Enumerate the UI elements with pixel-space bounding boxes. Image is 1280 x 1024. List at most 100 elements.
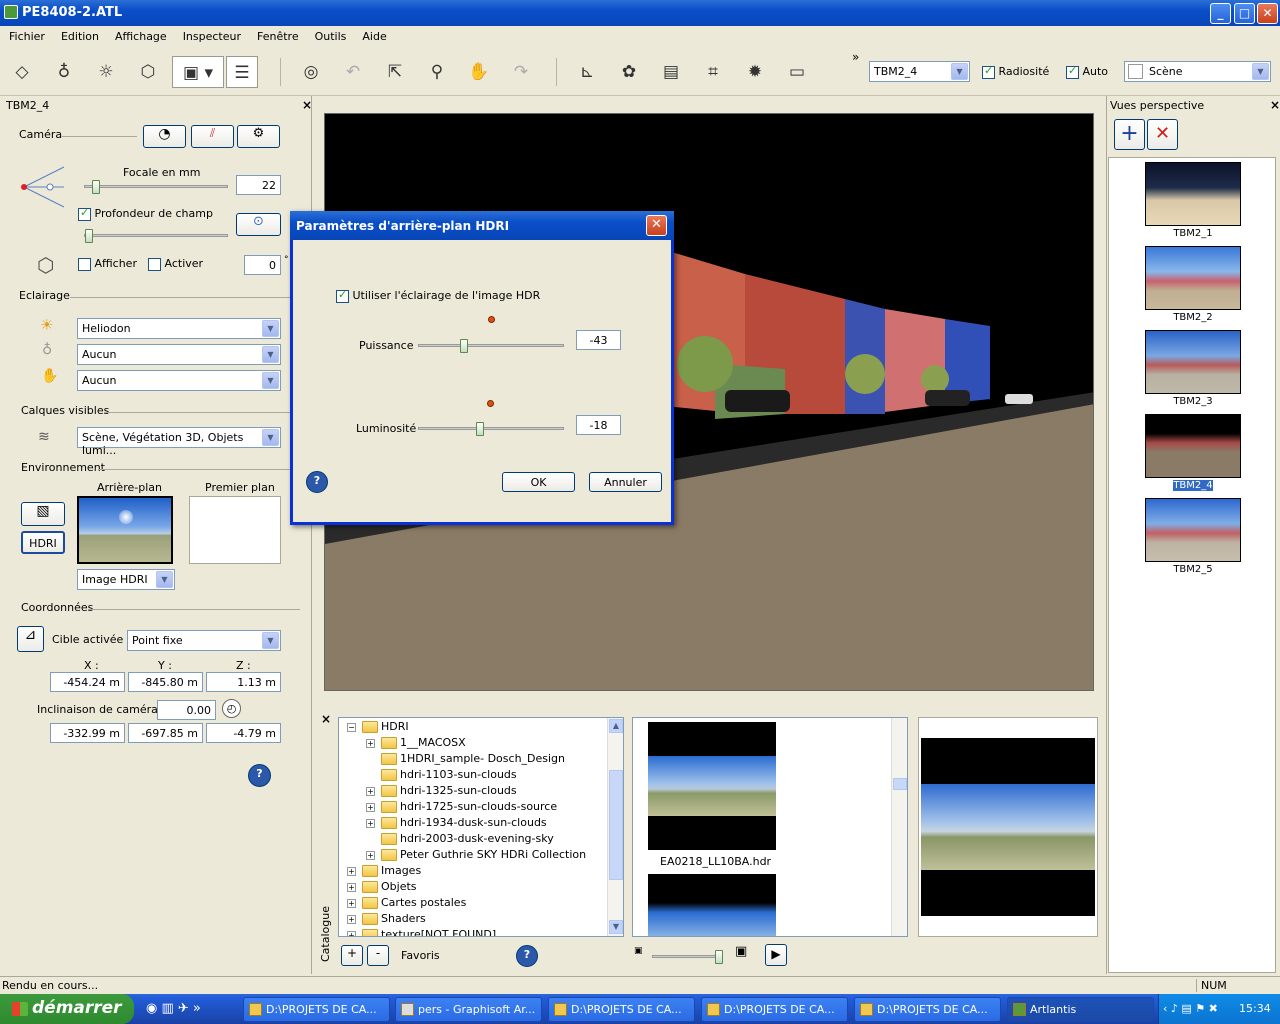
- catalog-help-icon[interactable]: ?: [516, 945, 538, 967]
- expand-icon[interactable]: +: [366, 786, 375, 796]
- lock-target-icon[interactable]: ⊿: [17, 626, 44, 652]
- maximize-button[interactable]: □: [1234, 3, 1255, 24]
- camera-mode-button[interactable]: ◔: [143, 125, 186, 148]
- expand-icon[interactable]: +: [366, 738, 375, 748]
- tilt-field[interactable]: 0.00: [157, 700, 216, 720]
- play-icon[interactable]: ▶: [765, 944, 787, 966]
- view-thumbnail-4[interactable]: [1145, 414, 1241, 478]
- quicklaunch-icons[interactable]: ◉ ▥ ✈ »: [146, 1001, 201, 1016]
- file-name[interactable]: EA0218_LL10BA.hdr: [660, 855, 772, 868]
- expand-icon[interactable]: +: [347, 914, 356, 924]
- menu-affichage[interactable]: Affichage: [106, 26, 174, 43]
- menu-inspecteur[interactable]: Inspecteur: [174, 26, 248, 43]
- tree-node[interactable]: + texture[NOT FOUND]: [347, 928, 496, 936]
- x2-field[interactable]: -332.99 m: [50, 723, 125, 743]
- target-focus-button[interactable]: ⊙: [236, 213, 281, 236]
- z1-field[interactable]: 1.13 m: [206, 672, 281, 692]
- zoom-icon[interactable]: ⚲: [421, 56, 453, 88]
- expand-icon[interactable]: +: [347, 882, 356, 892]
- y1-field[interactable]: -845.80 m: [128, 672, 203, 692]
- thumb-size-slider[interactable]: [652, 950, 723, 964]
- image-icon[interactable]: ▭: [781, 56, 813, 88]
- background-type-select[interactable]: Image HDRI ▼: [77, 569, 175, 590]
- tree-node[interactable]: + Shaders: [347, 912, 426, 928]
- redo-icon[interactable]: ↷: [505, 56, 537, 88]
- delete-view-button[interactable]: ✕: [1147, 119, 1178, 150]
- task-explorer-3[interactable]: D:\PROJETS DE CA...: [701, 997, 848, 1022]
- sun-icon[interactable]: ☼: [90, 56, 122, 88]
- tree-node[interactable]: + Peter Guthrie SKY HDRi Collection: [366, 848, 586, 864]
- list-icon[interactable]: ☰: [226, 56, 258, 88]
- view-label-3[interactable]: TBM2_3: [1145, 396, 1241, 407]
- angle-field[interactable]: 0: [244, 255, 281, 275]
- background-preview[interactable]: [77, 496, 173, 564]
- radiosity-checkbox[interactable]: [982, 64, 995, 79]
- power-slider-thumb[interactable]: [460, 339, 468, 353]
- tree-node[interactable]: 1HDRI_sample- Dosch_Design: [366, 752, 565, 768]
- show-toggle[interactable]: Afficher: [78, 257, 137, 271]
- camera-lines-button[interactable]: ⫽: [191, 125, 234, 148]
- settings-gear-icon[interactable]: ✹: [739, 56, 771, 88]
- menu-fichier[interactable]: Fichier: [0, 26, 52, 43]
- scroll-thumb[interactable]: [609, 770, 623, 880]
- layers-select[interactable]: Scène, Végétation 3D, Objets lumi... ▼: [77, 427, 281, 457]
- tree-node[interactable]: + Cartes postales: [347, 896, 466, 912]
- task-explorer-1[interactable]: D:\PROJETS DE CA...: [243, 997, 390, 1022]
- background-mode-icon[interactable]: ▧: [21, 502, 65, 526]
- tree-node[interactable]: + Images: [347, 864, 421, 880]
- brightness-slider-thumb[interactable]: [476, 422, 484, 436]
- expand-icon[interactable]: +: [366, 818, 375, 828]
- expand-icon[interactable]: +: [347, 866, 356, 876]
- light2-select[interactable]: Aucun ▼: [77, 344, 281, 365]
- crop-icon[interactable]: ⌗: [697, 56, 729, 88]
- tray-icons[interactable]: ‹ ♪ ▤ ⚑ ✖: [1163, 1002, 1218, 1015]
- dialog-help-icon[interactable]: ?: [306, 471, 328, 493]
- view-select[interactable]: TBM2_4 ▼: [869, 61, 970, 82]
- z2-field[interactable]: -4.79 m: [206, 723, 281, 743]
- light3-select[interactable]: Aucun ▼: [77, 370, 281, 391]
- close-icon[interactable]: ×: [321, 712, 331, 726]
- object-icon[interactable]: ⬡: [132, 56, 164, 88]
- close-icon[interactable]: ×: [302, 98, 312, 112]
- focal-slider-thumb[interactable]: [92, 180, 100, 194]
- toolbar-overflow[interactable]: »: [852, 50, 859, 64]
- catalog-tree[interactable]: − HDRI +1__MACOSX 1HDRI_sample- Dosch_Desig…: [338, 717, 624, 937]
- palette-icon[interactable]: ✿: [613, 56, 645, 88]
- remove-catalog-button[interactable]: -: [367, 945, 389, 966]
- shader-icon[interactable]: ◇: [6, 56, 38, 88]
- tree-node[interactable]: hdri-2003-dusk-evening-sky: [366, 832, 554, 848]
- scroll-down-icon[interactable]: ▼: [609, 920, 623, 934]
- view-label-4[interactable]: TBM2_4: [1173, 480, 1213, 491]
- render-camera-icon[interactable]: ▤: [655, 56, 687, 88]
- dof-toggle[interactable]: Profondeur de champ: [78, 206, 213, 221]
- menu-outils[interactable]: Outils: [306, 26, 354, 43]
- dof-checkbox[interactable]: [78, 206, 91, 221]
- orbit-icon[interactable]: ◎: [295, 56, 327, 88]
- task-graphisoft[interactable]: pers - Graphisoft Ar...: [395, 997, 542, 1022]
- expand-icon[interactable]: +: [366, 802, 375, 812]
- close-button[interactable]: ✕: [1257, 3, 1278, 24]
- tree-node[interactable]: + hdri-1325-sun-clouds: [366, 784, 517, 800]
- view-label-2[interactable]: TBM2_2: [1145, 312, 1241, 323]
- minimize-button[interactable]: _: [1210, 3, 1231, 24]
- brightness-field[interactable]: -18: [576, 415, 621, 435]
- menu-fenetre[interactable]: Fenêtre: [248, 26, 306, 43]
- hdri-button[interactable]: HDRI: [21, 531, 65, 554]
- view-thumbnail-1[interactable]: [1145, 162, 1241, 226]
- activate-checkbox[interactable]: [148, 257, 161, 271]
- add-view-button[interactable]: +: [1114, 119, 1145, 150]
- favorites-label[interactable]: Favoris: [401, 949, 440, 962]
- light1-select[interactable]: Heliodon ▼: [77, 318, 281, 339]
- radiosity-toggle[interactable]: Radiosité: [982, 64, 1049, 79]
- pan-hand-icon[interactable]: ✋: [463, 56, 495, 88]
- files-scrollbar[interactable]: [891, 718, 907, 936]
- thumb-size-thumb[interactable]: [715, 950, 723, 964]
- view-thumbnail-2[interactable]: [1145, 246, 1241, 310]
- menu-edition[interactable]: Edition: [52, 26, 106, 43]
- expand-icon[interactable]: +: [366, 850, 375, 860]
- scene-select[interactable]: Scène ▼: [1124, 61, 1271, 82]
- dof-slider[interactable]: [84, 229, 228, 243]
- tree-node[interactable]: + hdri-1934-dusk-sun-clouds: [366, 816, 547, 832]
- activate-toggle[interactable]: Activer: [148, 257, 203, 271]
- light-icon[interactable]: ♁: [48, 56, 80, 88]
